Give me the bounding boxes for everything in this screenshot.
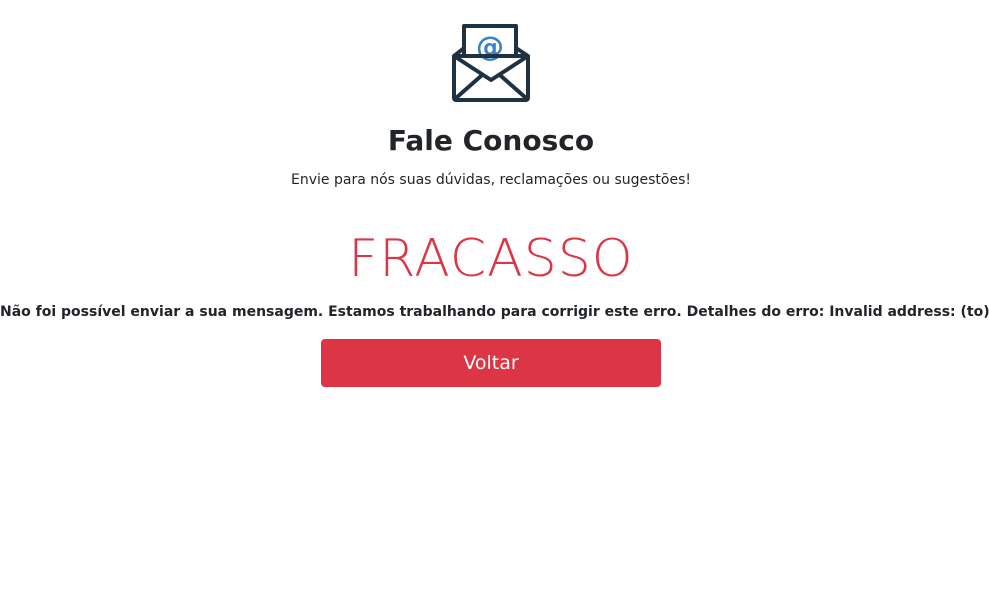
page-subtitle: Envie para nós suas dúvidas, reclamações… xyxy=(291,172,691,188)
page: @ Fale Conosco Envie para nós suas dúvid… xyxy=(0,0,989,611)
error-message: Não foi possível enviar a sua mensagem. … xyxy=(0,304,989,320)
page-title: Fale Conosco xyxy=(387,124,595,157)
svg-text:@: @ xyxy=(476,30,504,63)
envelope-at-icon: @ xyxy=(451,22,531,104)
back-button[interactable]: Voltar xyxy=(321,339,661,387)
status-heading: FRACASSO xyxy=(348,229,634,289)
